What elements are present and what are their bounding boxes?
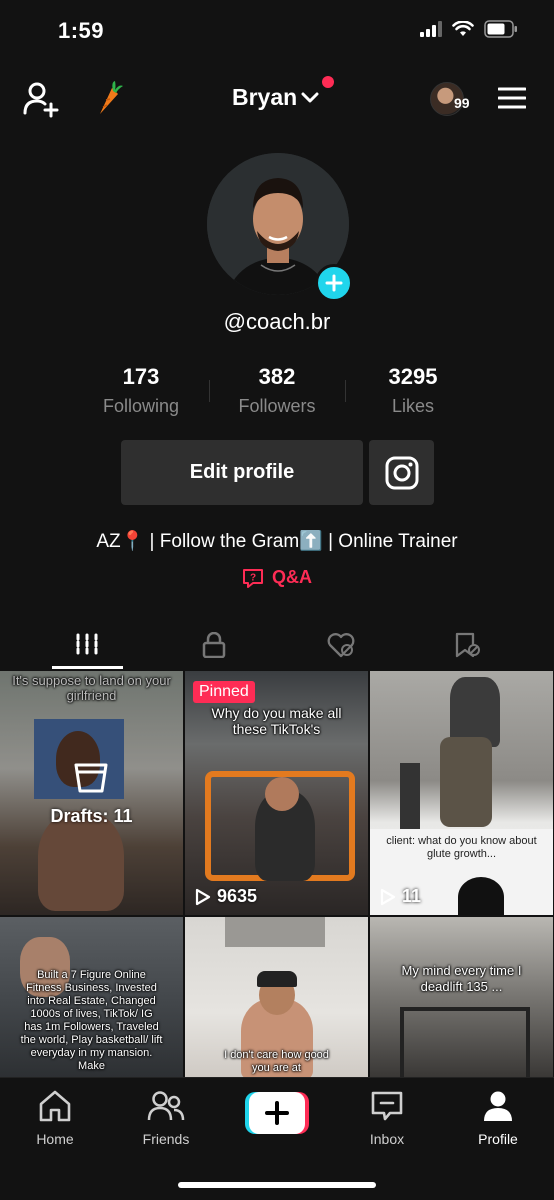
thumbnail-machine xyxy=(225,917,325,947)
tab-favorites[interactable] xyxy=(399,620,537,670)
play-icon xyxy=(380,888,396,905)
drafts-count: Drafts: 11 xyxy=(50,806,133,826)
battery-icon xyxy=(484,20,517,38)
status-icons xyxy=(420,20,518,38)
stat-label: Following xyxy=(102,396,180,416)
username-switcher[interactable]: Bryan xyxy=(232,84,319,111)
video-tile[interactable]: Built a 7 Figure Online Fitness Business… xyxy=(0,917,183,1077)
stat-value: 3295 xyxy=(388,364,438,389)
stat-label: Followers xyxy=(238,396,316,416)
qa-icon: ? xyxy=(243,568,263,588)
tab-liked[interactable] xyxy=(272,620,410,670)
nav-inbox[interactable]: Inbox xyxy=(342,1090,432,1147)
active-tab-indicator xyxy=(52,666,123,669)
lock-icon xyxy=(202,632,226,658)
nav-label: Home xyxy=(36,1131,74,1147)
instagram-icon xyxy=(385,456,418,489)
thumbnail-rack xyxy=(400,1007,530,1077)
video-caption: I don't care how good you are at xyxy=(224,1049,329,1074)
nav-profile[interactable]: Profile xyxy=(453,1090,543,1147)
username-label: Bryan xyxy=(232,84,298,110)
create-icon xyxy=(245,1092,309,1134)
stat-followers[interactable]: 382 Followers xyxy=(207,364,347,417)
notification-count: 99 xyxy=(454,95,470,111)
favorites-hidden-icon xyxy=(455,632,480,658)
carrot-icon[interactable] xyxy=(94,80,124,116)
nav-label: Inbox xyxy=(369,1131,405,1147)
status-time: 1:59 xyxy=(58,18,105,43)
drafts-icon xyxy=(74,763,108,793)
view-count: 11 xyxy=(380,886,421,907)
thumbnail-cap xyxy=(257,971,297,987)
pinned-badge: Pinned xyxy=(193,681,255,703)
qa-label: Q&A xyxy=(272,567,312,587)
status-bar: 1:59 xyxy=(0,0,554,64)
friends-icon xyxy=(147,1091,185,1121)
wifi-icon xyxy=(452,21,474,36)
profile-tabs xyxy=(0,620,554,670)
nav-label: Friends xyxy=(142,1131,190,1147)
video-caption: Why do you make all these TikTok's xyxy=(211,705,342,737)
video-caption: It's suppose to land on your girlfriend xyxy=(12,673,171,703)
drafts-overlay xyxy=(0,671,183,915)
thumbnail-head xyxy=(265,777,299,811)
svg-text:?: ? xyxy=(250,572,256,583)
video-tile-drafts[interactable]: It's suppose to land on your girlfriend … xyxy=(0,671,183,915)
thumbnail-rack xyxy=(400,763,420,833)
video-caption: Built a 7 Figure Online Fitness Business… xyxy=(20,969,163,1072)
bottom-nav: Home Friends Inbox Profile xyxy=(0,1077,554,1200)
stat-label: Likes xyxy=(391,396,435,416)
add-friend-icon[interactable] xyxy=(22,80,60,118)
video-caption: My mind every time I deadlift 135 ... xyxy=(401,963,522,994)
profile-handle: @coach.br xyxy=(223,309,331,334)
stat-value: 173 xyxy=(122,364,160,389)
tab-private[interactable] xyxy=(145,620,283,670)
view-count-value: 11 xyxy=(402,886,422,906)
create-button[interactable] xyxy=(245,1092,309,1134)
qa-link[interactable]: ? Q&A xyxy=(0,567,554,588)
video-tile[interactable]: I don't care how good you are at xyxy=(185,917,368,1077)
edit-profile-button[interactable]: Edit profile xyxy=(121,440,363,505)
grid-icon xyxy=(76,633,98,657)
stat-value: 382 xyxy=(258,364,296,389)
video-caption: client: what do you know about glute gro… xyxy=(386,835,537,860)
view-count-value: 9635 xyxy=(217,886,258,906)
stat-likes[interactable]: 3295 Likes xyxy=(343,364,483,417)
profile-bio: AZ📍 | Follow the Gram⬆️ | Online Trainer xyxy=(96,531,458,552)
video-tile[interactable]: My mind every time I deadlift 135 ... xyxy=(370,917,553,1077)
add-photo-button[interactable] xyxy=(315,264,353,302)
top-nav: Bryan xyxy=(0,72,554,124)
menu-icon[interactable] xyxy=(498,86,526,110)
profile-icon xyxy=(484,1091,512,1121)
video-tile-pinned[interactable]: Pinned Why do you make all these TikTok'… xyxy=(185,671,368,915)
nav-home[interactable]: Home xyxy=(10,1090,100,1147)
home-icon xyxy=(39,1090,71,1122)
notification-dot xyxy=(322,76,334,88)
thumbnail-penguin xyxy=(458,877,504,915)
nav-label: Profile xyxy=(478,1131,518,1147)
chevron-down-icon xyxy=(301,92,319,102)
home-indicator xyxy=(178,1182,376,1188)
inbox-icon xyxy=(371,1091,403,1121)
tab-videos[interactable] xyxy=(18,620,156,670)
plus-icon xyxy=(325,274,343,292)
video-tile[interactable]: client: what do you know about glute gro… xyxy=(370,671,553,915)
liked-hidden-icon xyxy=(327,633,355,658)
stat-following[interactable]: 173 Following xyxy=(71,364,211,417)
play-icon xyxy=(195,888,211,905)
thumbnail-legs xyxy=(440,737,492,827)
nav-friends[interactable]: Friends xyxy=(121,1090,211,1147)
instagram-button[interactable] xyxy=(369,440,434,505)
view-count: 9635 xyxy=(195,886,257,907)
signal-icon xyxy=(420,21,442,37)
